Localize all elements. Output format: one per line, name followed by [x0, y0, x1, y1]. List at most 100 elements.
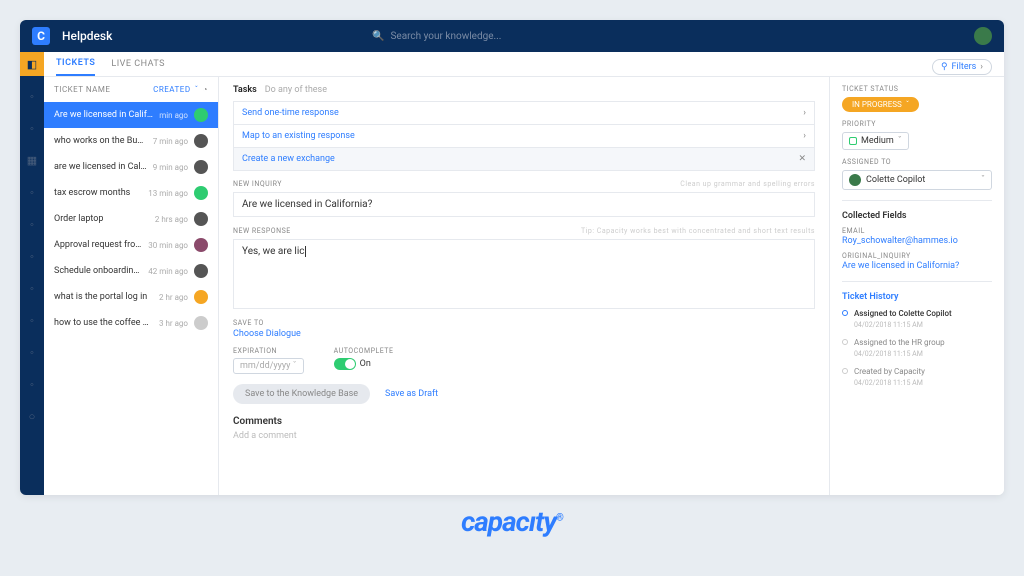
task-send-response[interactable]: Send one-time response ›	[233, 101, 815, 125]
sidebar-item-settings[interactable]: ◦	[20, 276, 44, 300]
sort-created[interactable]: CREATED ˇ ◔	[153, 85, 208, 94]
ticket-avatar	[194, 212, 208, 226]
comment-input[interactable]: Add a comment	[233, 431, 815, 441]
chevron-down-icon: ˇ	[898, 136, 902, 146]
sidebar-item-inbox[interactable]: ◧	[20, 52, 44, 76]
app-window: C Helpdesk 🔍 Search your knowledge... ◧ …	[20, 20, 1004, 495]
ticket-title: Approval request from Tracy...	[54, 240, 142, 250]
tab-tickets[interactable]: TICKETS	[56, 58, 95, 76]
autocomplete-toggle[interactable]	[334, 358, 356, 370]
main: ◧ ◦ ◦ ▦ ◦ ◦ ◦ ◦ ◦ ◦ ◦ ○ TICKETS LIVE CHA…	[20, 52, 1004, 495]
ticket-time: 2 hrs ago	[155, 215, 188, 224]
response-hint: Tip: Capacity works best with concentrat…	[581, 227, 815, 235]
ticket-row[interactable]: Schedule onboarding trainin... 42 min ago	[44, 258, 218, 284]
ticket-avatar	[194, 134, 208, 148]
status-label: TICKET STATUS	[842, 85, 992, 93]
ticket-avatar	[194, 264, 208, 278]
ticket-row[interactable]: Approval request from Tracy... 30 min ago	[44, 232, 218, 258]
sidebar: ◧ ◦ ◦ ▦ ◦ ◦ ◦ ◦ ◦ ◦ ◦ ○	[20, 52, 44, 495]
priority-value: Medium	[861, 136, 894, 146]
chevron-right-icon: ›	[803, 108, 806, 118]
choose-dialogue-link[interactable]: Choose Dialogue	[233, 329, 815, 339]
priority-label: PRIORITY	[842, 120, 992, 128]
collected-fields-heading: Collected Fields	[842, 211, 992, 221]
response-input[interactable]: Yes, we are lic	[233, 239, 815, 309]
history-item: Assigned to the HR group04/02/2018 11:15…	[842, 337, 992, 360]
sidebar-item-analytics[interactable]: ◦	[20, 372, 44, 396]
sidebar-item-chat[interactable]: ◦	[20, 116, 44, 140]
inquiry-hint: Clean up grammar and spelling errors	[680, 180, 815, 188]
cf-inquiry-label: ORIGINAL_INQUIRY	[842, 252, 992, 260]
history-dot-icon	[842, 368, 848, 374]
tab-live-chats[interactable]: LIVE CHATS	[111, 59, 165, 75]
expiration-value: mm/dd/yyyy	[240, 361, 290, 371]
ticket-time: 13 min ago	[148, 189, 188, 198]
status-value: IN PROGRESS	[852, 100, 902, 109]
history-text: Created by Capacity	[854, 367, 925, 376]
sidebar-item-people[interactable]: ◦	[20, 180, 44, 204]
sidebar-item-idea[interactable]: ◦	[20, 84, 44, 108]
ticket-row[interactable]: who works on the Busch proj...7 min ago	[44, 128, 218, 154]
cf-inquiry-value[interactable]: Are we licensed in California?	[842, 261, 992, 271]
tasks-label: Tasks	[233, 85, 257, 95]
cf-email-value[interactable]: Roy_schowalter@hammes.io	[842, 236, 992, 246]
search-placeholder: Search your knowledge...	[390, 31, 501, 42]
save-to-label: SAVE TO	[233, 319, 815, 327]
ticket-title: what is the portal log in	[54, 292, 153, 302]
filters-label: Filters	[952, 62, 977, 72]
logo: C	[32, 27, 50, 45]
ticket-avatar	[194, 290, 208, 304]
sidebar-item-history[interactable]: ◦	[20, 340, 44, 364]
topbar: C Helpdesk 🔍 Search your knowledge...	[20, 20, 1004, 52]
ticket-time: min ago	[159, 111, 188, 120]
ticket-row[interactable]: Are we licensed in California? min ago	[44, 102, 218, 128]
ticket-time: 7 min ago	[153, 137, 188, 146]
sidebar-item-help[interactable]: ○	[20, 404, 44, 428]
brand-logo: capacıty®	[20, 505, 1004, 538]
ticket-row[interactable]: what is the portal log in2 hr ago	[44, 284, 218, 310]
history-date: 04/02/2018 11:15 AM	[854, 321, 923, 329]
avatar[interactable]	[974, 27, 992, 45]
ticket-time: 3 hr ago	[159, 319, 188, 328]
task-label: Map to an existing response	[242, 131, 355, 141]
close-icon[interactable]: ✕	[798, 154, 806, 164]
task-map-response[interactable]: Map to an existing response ›	[233, 124, 815, 148]
ticket-row[interactable]: are we licensed in California?9 min ago	[44, 154, 218, 180]
ticket-time: 30 min ago	[148, 241, 188, 250]
body: TICKET NAME CREATED ˇ ◔ Are we licensed …	[44, 77, 1004, 495]
task-create-exchange[interactable]: Create a new exchange ✕	[233, 147, 815, 171]
assigned-select[interactable]: Colette Copilot ˇ	[842, 170, 992, 190]
sidebar-item-db[interactable]: ◦	[20, 212, 44, 236]
save-kb-button[interactable]: Save to the Knowledge Base	[233, 384, 370, 404]
chevron-down-icon: ˇ	[906, 100, 910, 109]
save-draft-button[interactable]: Save as Draft	[380, 384, 443, 404]
inquiry-input[interactable]: Are we licensed in California?	[233, 192, 815, 217]
ticket-avatar	[194, 316, 208, 330]
ticket-title: Schedule onboarding trainin...	[54, 266, 142, 276]
ticket-row[interactable]: Order laptop2 hrs ago	[44, 206, 218, 232]
status-badge[interactable]: IN PROGRESS ˇ	[842, 97, 919, 112]
response-text: Yes, we are lic	[242, 246, 305, 257]
sidebar-item-tree[interactable]: ◦	[20, 244, 44, 268]
priority-select[interactable]: Medium ˇ	[842, 132, 909, 150]
assignee-name: Colette Copilot	[866, 175, 925, 185]
tabs: TICKETS LIVE CHATS ⚲ Filters ›	[44, 52, 1004, 77]
ticket-avatar	[194, 186, 208, 200]
search-input[interactable]: 🔍 Search your knowledge...	[372, 31, 652, 42]
ticket-row[interactable]: how to use the coffee maker3 hr ago	[44, 310, 218, 336]
history-text: Assigned to Colette Copilot	[854, 309, 952, 318]
autocomplete-value: On	[360, 359, 371, 369]
sidebar-item-apps[interactable]: ▦	[20, 148, 44, 172]
content: TICKETS LIVE CHATS ⚲ Filters › TICKET NA…	[44, 52, 1004, 495]
col-ticket-name: TICKET NAME	[54, 85, 110, 94]
filters-button[interactable]: ⚲ Filters ›	[932, 59, 992, 75]
sidebar-item-flow[interactable]: ◦	[20, 308, 44, 332]
expiration-input[interactable]: mm/dd/yyyy ˇ	[233, 358, 304, 374]
ticket-time: 42 min ago	[148, 267, 188, 276]
ticket-avatar	[194, 108, 208, 122]
ticket-title: Are we licensed in California?	[54, 110, 153, 120]
ticket-row[interactable]: tax escrow months13 min ago	[44, 180, 218, 206]
inquiry-label: NEW INQUIRY	[233, 180, 282, 188]
priority-icon	[849, 137, 857, 145]
ticket-title: are we licensed in California?	[54, 162, 147, 172]
